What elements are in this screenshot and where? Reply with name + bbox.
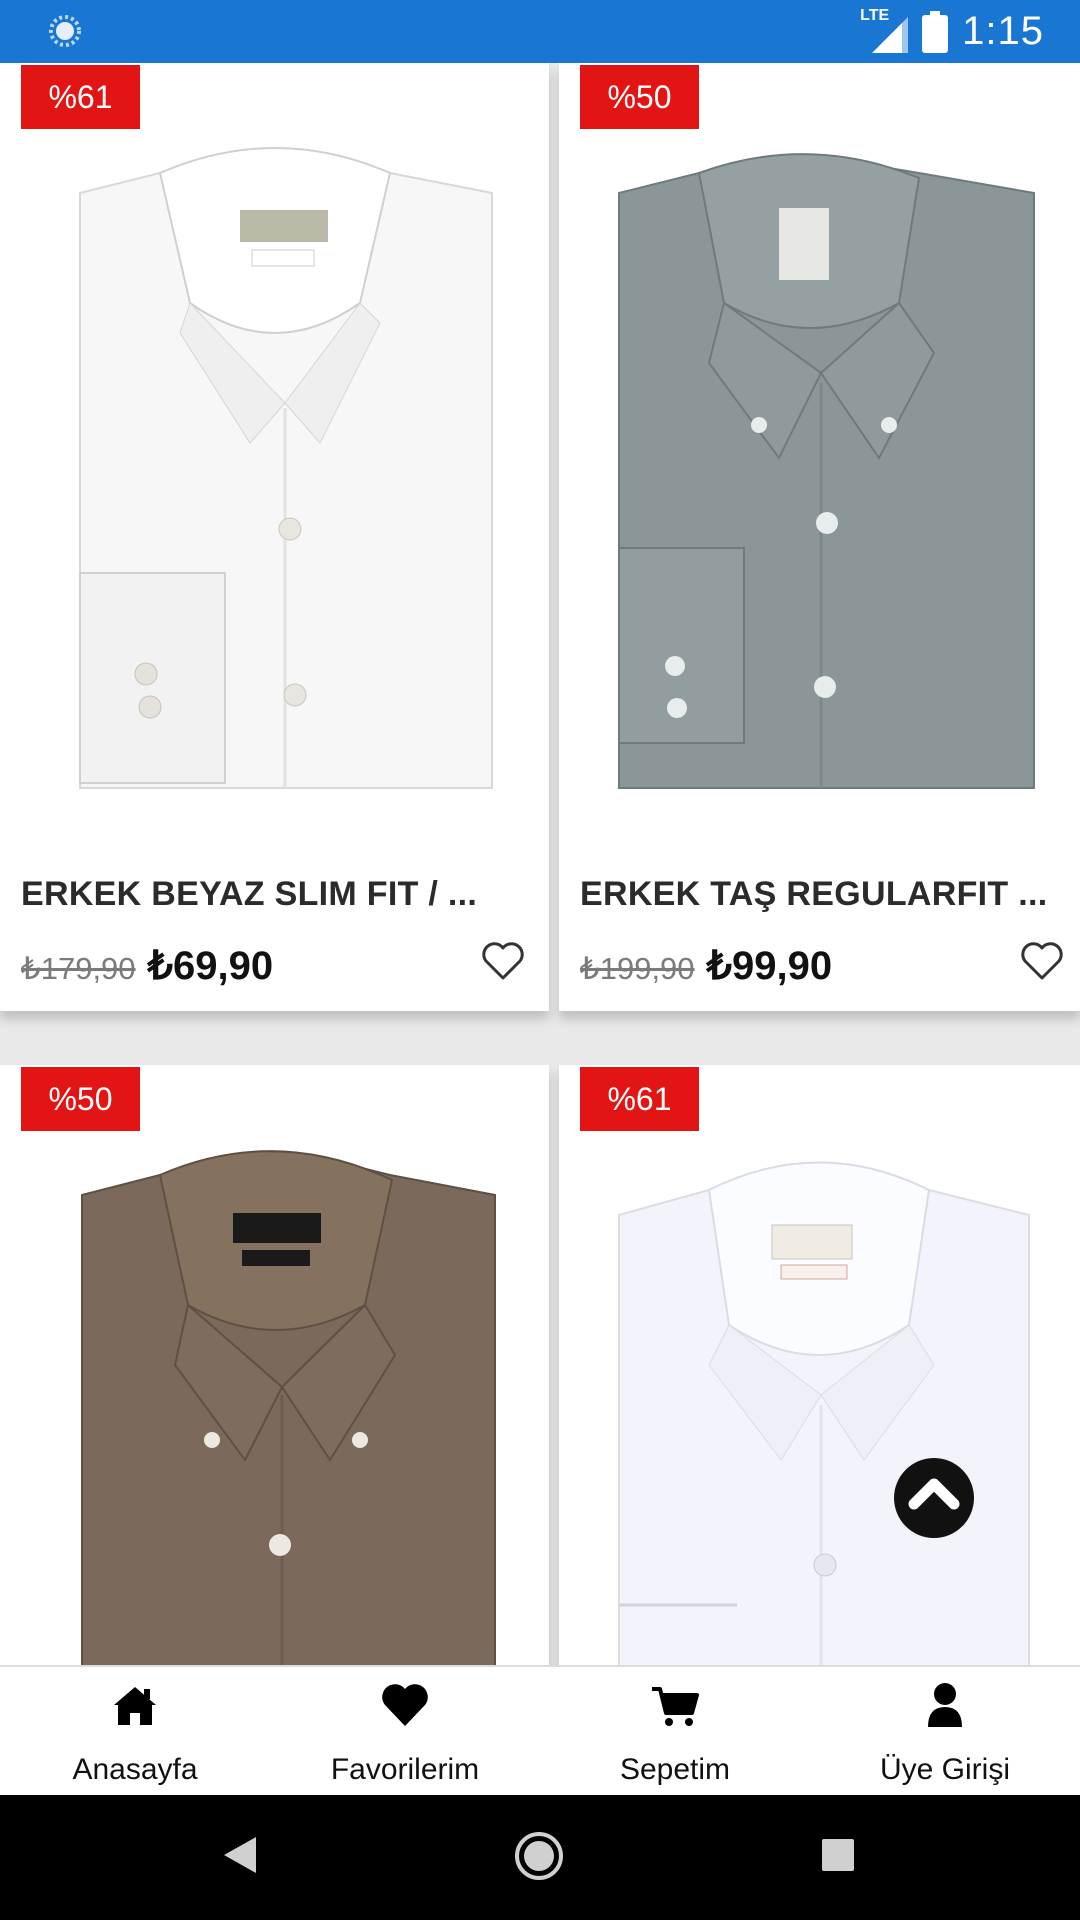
nav-item-login[interactable]: Üye Girişi — [810, 1667, 1080, 1797]
nav-item-home[interactable]: Anasayfa — [0, 1667, 270, 1797]
nav-item-favorites[interactable]: Favorilerim — [270, 1667, 540, 1797]
battery-icon — [922, 10, 949, 53]
recents-icon[interactable] — [821, 1838, 855, 1872]
loading-icon — [49, 15, 81, 47]
nav-label: Üye Girişi — [879, 1753, 1010, 1786]
discount-badge: %61 — [21, 65, 140, 129]
current-price: ₺69,90 — [147, 944, 274, 988]
nav-item-cart[interactable]: Sepetim — [540, 1667, 810, 1797]
back-icon[interactable] — [222, 1835, 258, 1875]
product-grid[interactable]: %61 ERKEK BEYAZ SLIM FIT / ... ₺179,90 ₺… — [0, 63, 1080, 1665]
product-image[interactable] — [0, 1065, 549, 1665]
heart-outline-icon[interactable] — [1020, 941, 1064, 981]
current-price: ₺99,90 — [706, 944, 833, 988]
home-icon — [114, 1687, 156, 1725]
nav-label: Sepetim — [619, 1753, 731, 1786]
clock: 1:15 — [962, 9, 1044, 53]
product-image[interactable] — [559, 63, 1080, 853]
scroll-to-top-button[interactable] — [894, 1458, 974, 1538]
product-image[interactable] — [559, 1065, 1080, 1665]
product-card[interactable]: %50 ERKEK TAŞ REGULARFIT ... ₺199,90 ₺99… — [559, 63, 1080, 1011]
discount-badge: %50 — [21, 1067, 140, 1131]
product-card[interactable]: %61 — [559, 1065, 1080, 1665]
old-price: ₺179,90 — [21, 951, 136, 986]
product-card[interactable]: %61 ERKEK BEYAZ SLIM FIT / ... ₺179,90 ₺… — [0, 63, 549, 1011]
lte-signal-icon: LTE — [860, 7, 909, 53]
chevron-up-icon — [908, 1478, 960, 1510]
price-row: ₺199,90 ₺99,90 — [580, 943, 832, 989]
nav-label: Anasayfa — [72, 1753, 198, 1786]
status-bar: LTE 1:15 — [0, 0, 1080, 63]
user-icon — [928, 1683, 962, 1727]
price-row: ₺179,90 ₺69,90 — [21, 943, 273, 989]
old-price: ₺199,90 — [580, 951, 695, 986]
product-card[interactable]: %50 — [0, 1065, 549, 1665]
discount-badge: %61 — [580, 1067, 699, 1131]
discount-badge: %50 — [580, 65, 699, 129]
cart-icon — [652, 1687, 699, 1726]
product-title[interactable]: ERKEK BEYAZ SLIM FIT / ... — [21, 875, 491, 914]
product-title[interactable]: ERKEK TAŞ REGULARFIT ... — [580, 875, 1050, 914]
home-circle-icon[interactable] — [513, 1830, 565, 1882]
system-navigation-bar — [0, 1795, 1080, 1920]
heart-outline-icon[interactable] — [481, 941, 525, 981]
bottom-navigation: Anasayfa Favorilerim Sepetim Üye Girişi — [0, 1665, 1080, 1797]
product-image[interactable] — [0, 63, 549, 853]
nav-label: Favorilerim — [330, 1753, 480, 1786]
heart-icon — [382, 1684, 428, 1726]
